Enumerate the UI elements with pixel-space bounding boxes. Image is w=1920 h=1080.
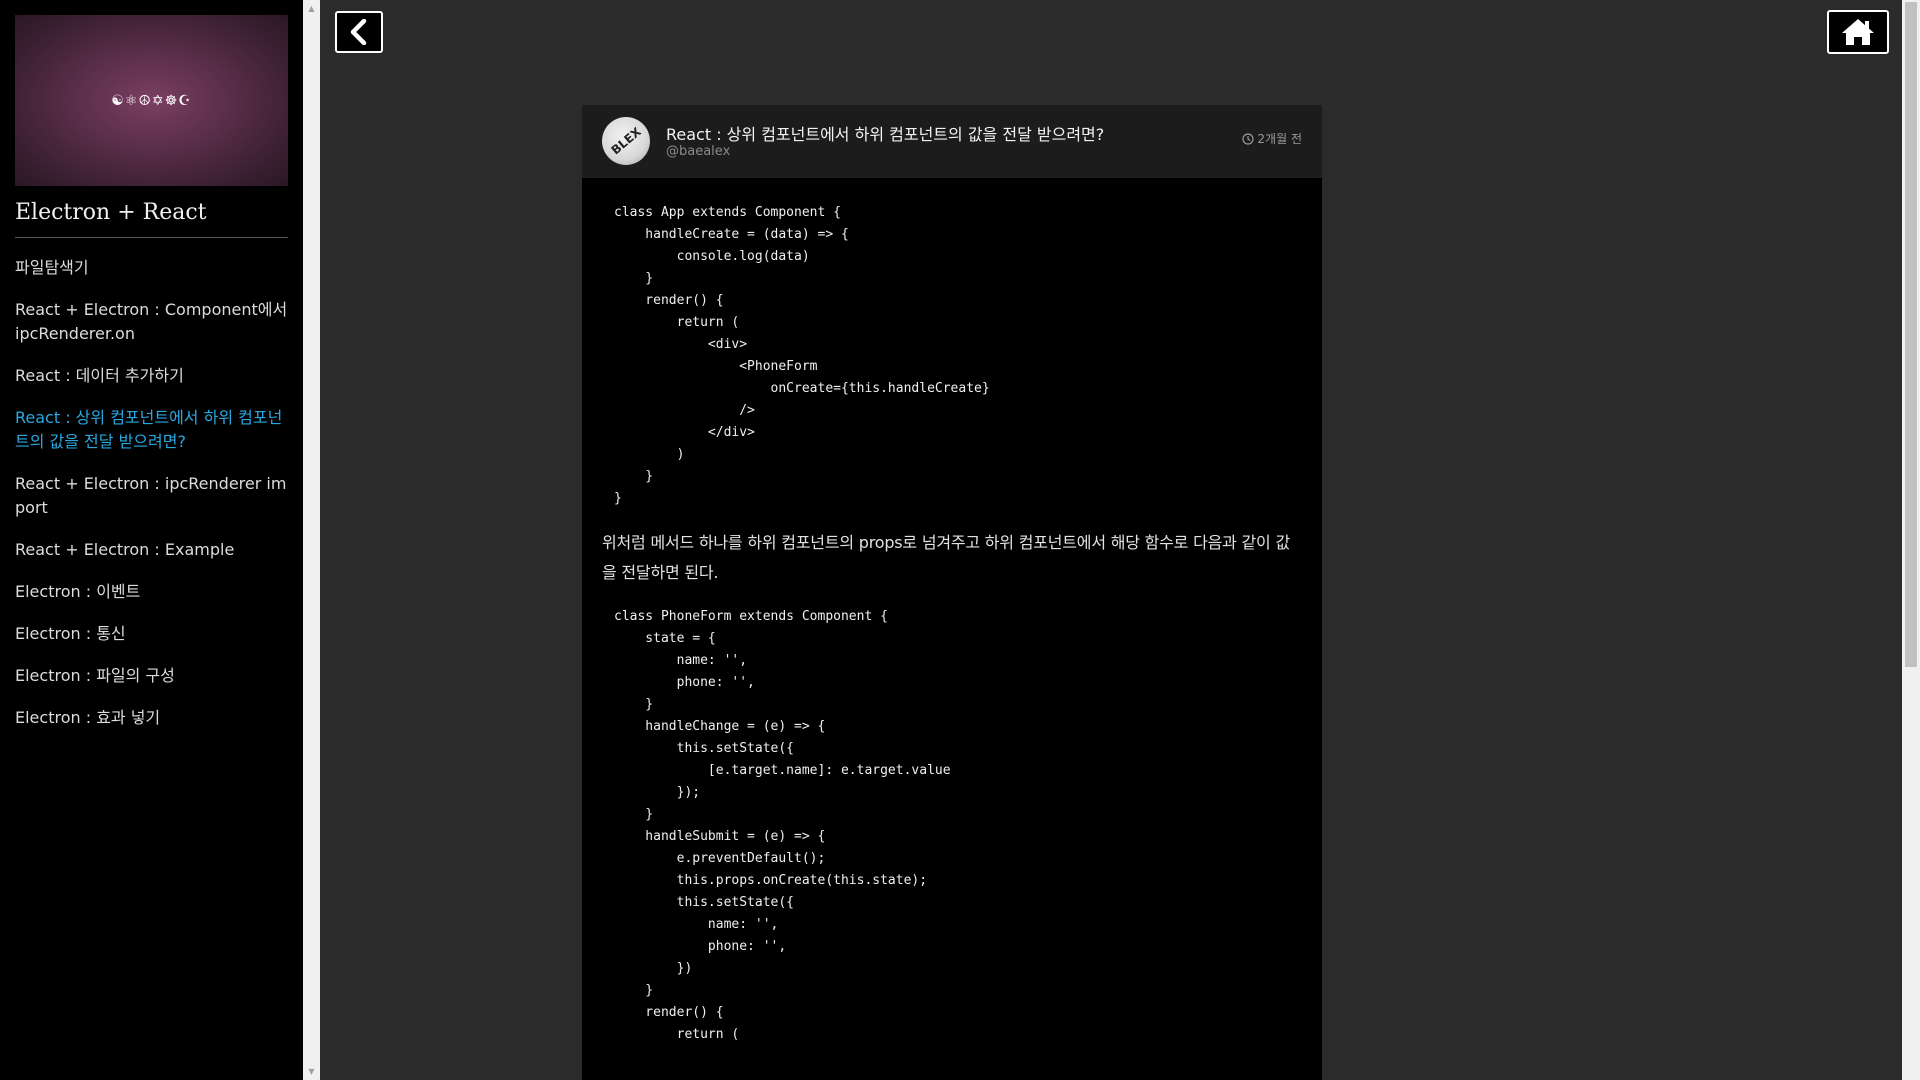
- sidebar-item[interactable]: Electron : 통신: [15, 622, 288, 646]
- home-button[interactable]: [1827, 10, 1889, 54]
- post-body: class App extends Component { handleCrea…: [582, 178, 1322, 1046]
- page-scrollbar[interactable]: [1902, 0, 1920, 1080]
- chevron-left-icon: [350, 19, 367, 45]
- sidebar-scrollbar[interactable]: ▲ ▼: [303, 0, 320, 1080]
- sidebar-item[interactable]: Electron : 효과 넣기: [15, 706, 288, 730]
- avatar-logo-text: BLEX: [608, 124, 644, 158]
- post-header: BLEX React : 상위 컴포넌트에서 하위 컴포넌트의 값을 전달 받으…: [582, 105, 1322, 178]
- cover-symbols: ☯⚛☮✡☸☪: [111, 92, 192, 109]
- blog-cover-image: ☯⚛☮✡☸☪: [15, 15, 288, 186]
- sidebar-item-active[interactable]: React : 상위 컴포넌트에서 하위 컴포넌트의 값을 전달 받으려면?: [15, 406, 288, 454]
- sidebar-item[interactable]: Electron : 이벤트: [15, 580, 288, 604]
- scroll-up-icon[interactable]: ▲: [303, 0, 320, 17]
- code-block: class PhoneForm extends Component { stat…: [614, 609, 951, 1042]
- sidebar-item[interactable]: Electron : 파일의 구성: [15, 664, 288, 688]
- post-title: React : 상위 컴포넌트에서 하위 컴포넌트의 값을 전달 받으려면?: [666, 125, 1105, 144]
- post-author[interactable]: @baealex: [666, 144, 730, 159]
- home-icon: [1842, 19, 1874, 45]
- post-time: 2개월 전: [1242, 130, 1302, 147]
- scroll-down-icon[interactable]: ▼: [303, 1063, 320, 1080]
- back-button[interactable]: [335, 11, 383, 53]
- paragraph: 위처럼 메서드 하나를 하위 컴포넌트의 props로 넘겨주고 하위 컴포넌트…: [602, 533, 1290, 582]
- code-block: class App extends Component { handleCrea…: [614, 205, 990, 506]
- sidebar-item[interactable]: React + Electron : Component에서 ipcRender…: [15, 298, 288, 346]
- sidebar: ☯⚛☮✡☸☪ Electron + React 파일탐색기 React + El…: [0, 0, 303, 1080]
- post-article: BLEX React : 상위 컴포넌트에서 하위 컴포넌트의 값을 전달 받으…: [582, 105, 1322, 1080]
- sidebar-item[interactable]: React : 데이터 추가하기: [15, 364, 288, 388]
- clock-icon: [1242, 132, 1255, 145]
- sidebar-item[interactable]: React + Electron : Example: [15, 538, 288, 562]
- blog-title: Electron + React: [15, 200, 288, 238]
- post-list: 파일탐색기 React + Electron : Component에서 ipc…: [15, 256, 288, 730]
- post-time-text: 2개월 전: [1257, 132, 1302, 146]
- sidebar-item[interactable]: React + Electron : ipcRenderer import: [15, 472, 288, 520]
- scrollbar-thumb[interactable]: [1905, 2, 1917, 667]
- avatar[interactable]: BLEX: [602, 117, 650, 165]
- sidebar-item[interactable]: 파일탐색기: [15, 256, 288, 280]
- main-content: BLEX React : 상위 컴포넌트에서 하위 컴포넌트의 값을 전달 받으…: [320, 0, 1902, 1080]
